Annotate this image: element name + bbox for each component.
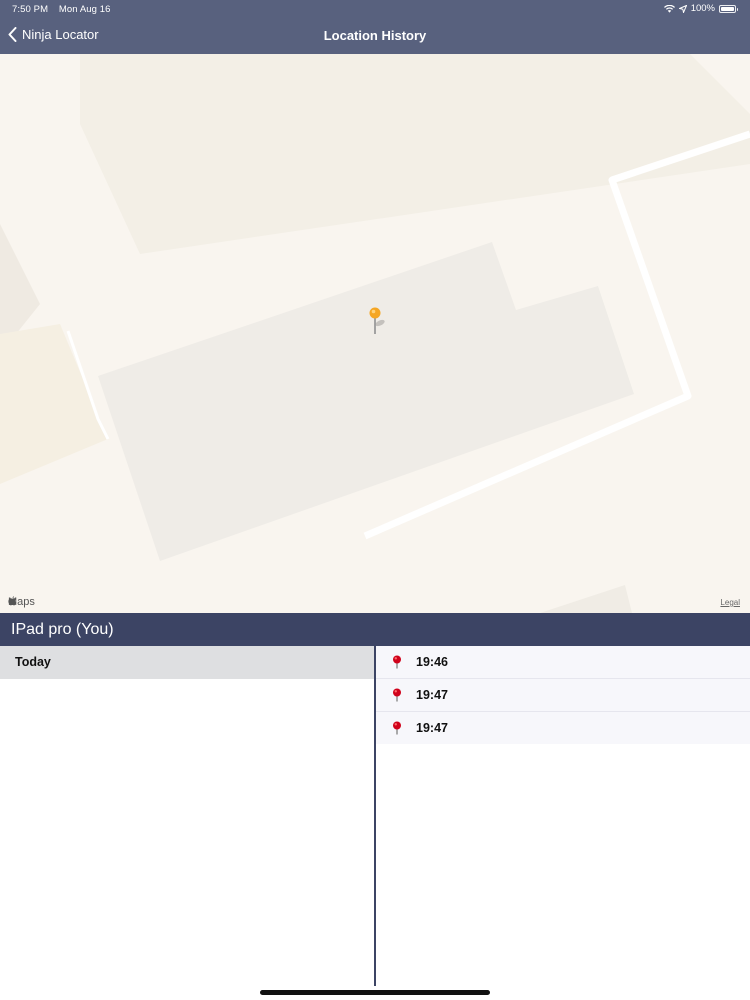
location-entry-row[interactable]: 19:47 [376, 712, 750, 744]
map-pin-icon [392, 655, 402, 669]
entry-time: 19:47 [416, 721, 448, 735]
maps-logo: Maps [8, 596, 35, 608]
navigation-bar: 7:50 PM Mon Aug 16 100% Ninja Locator Lo… [0, 0, 750, 54]
day-row-today[interactable]: Today [0, 646, 374, 679]
map-view[interactable]: Maps Legal [0, 54, 750, 613]
wifi-icon [663, 4, 675, 13]
status-time: 7:50 PM [12, 4, 49, 15]
pin-icon [369, 307, 385, 334]
location-entry-row[interactable]: 19:46 [376, 646, 750, 679]
map-block [80, 54, 750, 254]
status-bar-left: 7:50 PM Mon Aug 16 [12, 4, 119, 15]
entry-time: 19:46 [416, 655, 448, 669]
home-indicator[interactable] [260, 990, 490, 995]
battery-icon [719, 4, 738, 13]
map-pin-icon [392, 688, 402, 702]
map-pin-icon [392, 721, 402, 735]
status-date: Mon Aug 16 [58, 4, 111, 15]
location-entry-list: 19:46 19:47 19:47 [376, 646, 750, 986]
status-bar-right: 100% [663, 3, 738, 14]
day-list: Today [0, 646, 374, 986]
legal-link[interactable]: Legal [720, 598, 740, 607]
map-block [540, 585, 632, 613]
page-title: Location History [323, 28, 427, 43]
location-arrow-icon [678, 4, 687, 13]
battery-percent: 100% [690, 3, 715, 14]
device-header: IPad pro (You) [0, 613, 750, 646]
location-entry-row[interactable]: 19:47 [376, 679, 750, 712]
entry-time: 19:47 [416, 688, 448, 702]
map-building [98, 242, 634, 561]
apple-logo-icon [8, 596, 17, 606]
